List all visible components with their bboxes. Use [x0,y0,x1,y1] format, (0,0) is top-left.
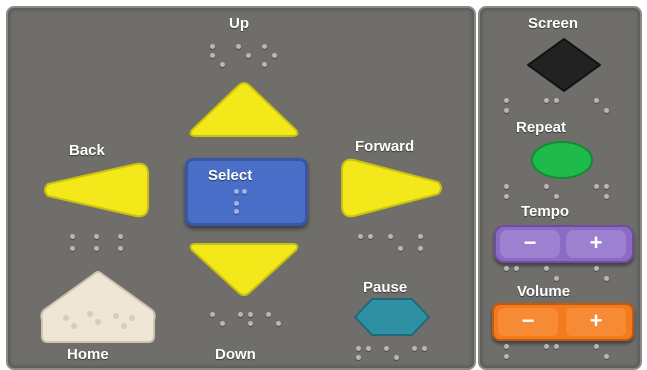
triangle-up-icon [189,82,299,137]
select-label: Select [208,167,253,184]
diamond-icon [527,38,601,92]
plus-icon: + [589,230,603,255]
forward-button[interactable] [338,156,446,220]
volume-label: Volume [517,283,571,300]
down-button[interactable] [186,240,302,298]
select-button[interactable]: Select [185,158,308,226]
remote-control-frame: Up Back Select Forward Down Home Pause S… [0,0,647,370]
triangle-left-icon [44,162,149,218]
pentagon-icon [40,271,156,343]
down-label: Down [215,346,256,363]
tempo-increase-button[interactable]: + [566,230,626,258]
home-label: Home [67,346,109,363]
tempo-control: − + [494,225,634,263]
back-button[interactable] [40,160,152,220]
triangle-down-icon [189,243,299,296]
home-button[interactable] [38,270,158,346]
back-label: Back [69,142,105,159]
screen-label: Screen [528,15,579,32]
volume-increase-button[interactable]: + [566,308,626,336]
triangle-right-icon [341,158,442,218]
pause-button[interactable] [352,296,432,338]
repeat-button[interactable] [530,140,594,180]
screen-button[interactable] [524,36,604,94]
repeat-label: Repeat [516,119,567,136]
tempo-label: Tempo [521,203,570,220]
up-label: Up [229,15,249,32]
tempo-decrease-button[interactable]: − [500,230,560,258]
minus-icon: − [521,308,535,333]
pause-label: Pause [363,279,408,296]
forward-label: Forward [355,138,415,155]
plus-icon: + [589,308,603,333]
hexagon-icon [353,298,431,336]
circle-icon [531,141,593,179]
volume-control: − + [492,303,634,341]
minus-icon: − [523,230,537,255]
up-button[interactable] [186,80,302,140]
volume-decrease-button[interactable]: − [498,308,558,336]
